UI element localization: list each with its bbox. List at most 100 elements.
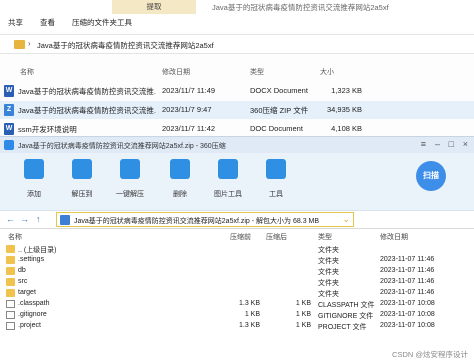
delete-button[interactable]: 删除 [160,159,200,199]
file-type: DOCX Document [250,86,308,95]
scan-button[interactable]: 扫描 [416,161,446,191]
close-icon[interactable]: × [463,139,468,149]
chevron-down-icon[interactable]: ⌄ [342,214,350,225]
tab-view[interactable]: 查看 [40,17,55,28]
row-type: CLASSPATH 文件 [318,302,375,309]
one-click-extract-button[interactable]: 一键解压 [110,159,150,199]
row-before: 1.3 KB [238,322,260,329]
column-name[interactable]: 名称 [20,67,34,77]
folder-icon [6,278,15,286]
row-date: 2023-11-07 11:46 [380,267,435,274]
add-icon [24,159,44,179]
zip-file-row[interactable]: src 文件夹 2023-11-07 11:46 [0,277,474,288]
zip-file-row[interactable]: .settings 文件夹 2023-11-07 11:46 [0,255,474,266]
tools-button[interactable]: 工具 [256,159,296,199]
folder-icon [6,289,15,297]
folder-icon [6,267,15,275]
tab-share[interactable]: 共享 [8,17,23,28]
one-click-extract-icon [120,159,140,179]
archive-icon [60,215,70,225]
address-bar[interactable]: › Java基于的冠状病毒疫情防控资讯交流推荐网站2a5xf [0,34,474,54]
file-size: 1,323 KB [331,86,362,95]
column-name[interactable]: 名称 [8,232,22,242]
maximize-icon[interactable]: □ [449,139,454,149]
file-icon [6,311,15,319]
image-tools-button[interactable]: 图片工具 [208,159,248,199]
row-date: 2023-11-07 11:46 [380,278,435,285]
zip-file-row[interactable]: .gitignore 1 KB 1 KB GITIGNORE 文件 2023-11-07… [0,310,474,321]
zip-window-title: Java基于的冠状病毒疫情防控资讯交流推荐网站2a5xf.zip - 360压缩 [18,143,226,150]
delete-label: 删除 [173,191,187,198]
row-date: 2023-11-07 10:08 [380,300,435,307]
word-doc-icon: W [4,85,14,97]
up-icon[interactable]: ↑ [36,214,41,224]
extract-tab[interactable]: 提取 [112,0,196,14]
forward-icon[interactable]: → [20,214,29,224]
window-title: Java基于的冠状病毒疫情防控资讯交流推荐网站2a5xf [212,3,389,12]
zip-titlebar[interactable]: Java基于的冠状病毒疫情防控资讯交流推荐网站2a5xf.zip - 360压缩… [0,137,474,153]
file-row[interactable]: W Java基于的冠状病毒疫情防控资讯交流推... 2023/11/7 11:4… [0,82,474,100]
row-name: .settings [18,256,45,263]
row-date: 2023-11-07 10:08 [380,311,435,318]
column-after[interactable]: 压缩后 [266,232,287,242]
zip-file-row[interactable]: .. (上级目录) 文件夹 [0,244,474,255]
extract-to-button[interactable]: 解压到 [62,159,102,199]
row-type: 文件夹 [318,247,339,254]
column-date[interactable]: 修改日期 [380,232,408,242]
row-name: .gitignore [18,311,47,318]
tools-label: 工具 [269,191,283,198]
zip-window: Java基于的冠状病毒疫情防控资讯交流推荐网站2a5xf.zip - 360压缩… [0,136,474,364]
row-type: 文件夹 [318,280,339,287]
column-size[interactable]: 大小 [320,67,334,77]
row-type: PROJECT 文件 [318,324,367,331]
minimize-icon[interactable]: – [435,139,440,149]
column-before[interactable]: 压缩前 [230,232,251,242]
menu-icon[interactable]: ≡ [421,139,426,149]
explorer-column-header: 名称 修改日期 类型 大小 [0,63,474,79]
row-date: 2023-11-07 11:46 [380,289,435,296]
archive-path-text: Java基于的冠状病毒疫情防控资讯交流推荐网站2a5xf.zip - 解包大小为… [74,218,320,225]
row-name: .classpath [18,300,50,307]
zip-file-row[interactable]: target 文件夹 2023-11-07 11:46 [0,288,474,299]
zip-pathbar: ← → ↑ Java基于的冠状病毒疫情防控资讯交流推荐网站2a5xf.zip -… [0,211,474,229]
file-icon [6,322,15,330]
app-logo-icon [4,140,14,150]
add-button[interactable]: 添加 [14,159,54,199]
column-type[interactable]: 类型 [318,232,332,242]
file-name: Java基于的冠状病毒疫情防控资讯交流推... [18,87,156,96]
file-icon [6,300,15,308]
archive-path-box[interactable]: Java基于的冠状病毒疫情防控资讯交流推荐网站2a5xf.zip - 解包大小为… [56,212,354,227]
word-doc-icon: W [4,123,14,135]
back-icon[interactable]: ← [6,214,15,224]
file-explorer-window: 提取 Java基于的冠状病毒疫情防控资讯交流推荐网站2a5xf 共享 查看 压缩… [0,0,474,150]
folder-icon [6,245,15,253]
delete-icon [170,159,190,179]
tools-icon [266,159,286,179]
zip-file-row[interactable]: db 文件夹 2023-11-07 11:46 [0,266,474,277]
zip-file-row[interactable]: .classpath 1.3 KB 1 KB CLASSPATH 文件 2023-11-… [0,299,474,310]
watermark: CSDN @炫安程序设计 [392,350,468,359]
row-before: 1 KB [244,311,260,318]
explorer-ribbon: 提取 Java基于的冠状病毒疫情防控资讯交流推荐网站2a5xf 共享 查看 压缩… [0,0,474,32]
extract-to-label: 解压到 [71,191,93,198]
column-modified[interactable]: 修改日期 [162,67,190,77]
file-size: 34,935 KB [326,105,362,114]
row-name: .project [18,322,41,329]
folder-icon [14,40,25,49]
address-path: Java基于的冠状病毒疫情防控资讯交流推荐网站2a5xf [37,41,214,50]
zip-file-row[interactable]: .project 1.3 KB 1 KB PROJECT 文件 2023-11-07 1… [0,321,474,332]
row-before: 1.3 KB [238,300,260,307]
chevron-right-icon: › [28,39,31,48]
file-type: 360压缩 ZIP 文件 [250,106,309,115]
zip-archive-icon: Z [4,104,14,116]
row-name: db [18,267,26,274]
file-date: 2023/11/7 11:42 [162,124,216,133]
column-type[interactable]: 类型 [250,67,264,77]
file-type: DOC Document [250,124,303,133]
row-type: GITIGNORE 文件 [318,313,374,320]
row-after: 1 KB [295,311,311,318]
file-row[interactable]: Z Java基于的冠状病毒疫情防控资讯交流推... 2023/11/7 9:47… [0,101,474,119]
tab-compressed-folder-tools[interactable]: 压缩的文件夹工具 [72,17,132,28]
image-tools-label: 图片工具 [214,191,242,198]
row-after: 1 KB [295,322,311,329]
